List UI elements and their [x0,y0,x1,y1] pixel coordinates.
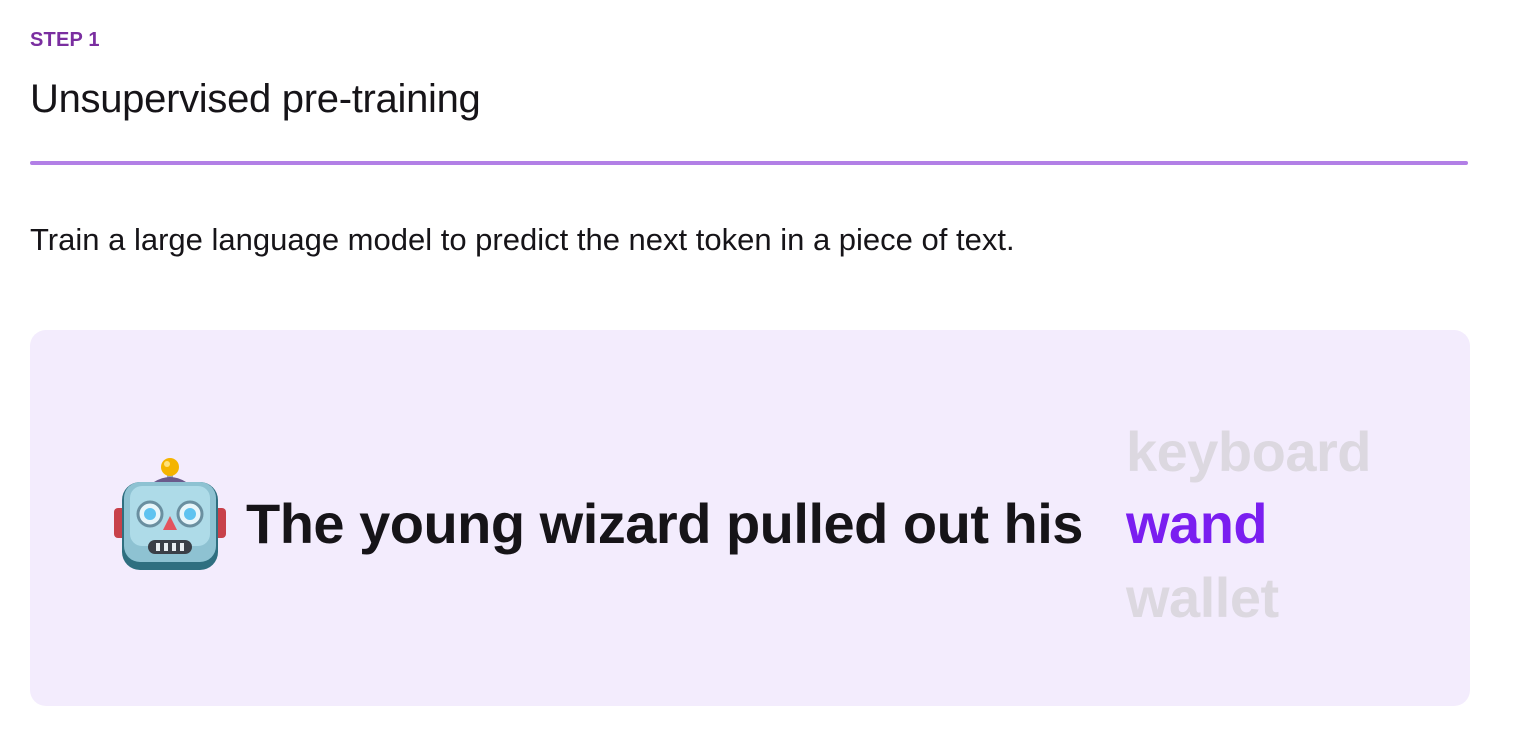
title-divider [30,161,1468,165]
candidate-token-wallet: wallet [1126,566,1279,629]
robot-face-icon [114,458,226,570]
example-sentence: The young wizard pulled out his [246,492,1083,555]
step-description: Train a large language model to predict … [30,222,1015,257]
predicted-token-wand: wand [1126,492,1268,555]
page-title: Unsupervised pre-training [30,77,481,121]
step-label: STEP 1 [30,29,100,51]
candidate-token-keyboard: keyboard [1126,420,1372,483]
